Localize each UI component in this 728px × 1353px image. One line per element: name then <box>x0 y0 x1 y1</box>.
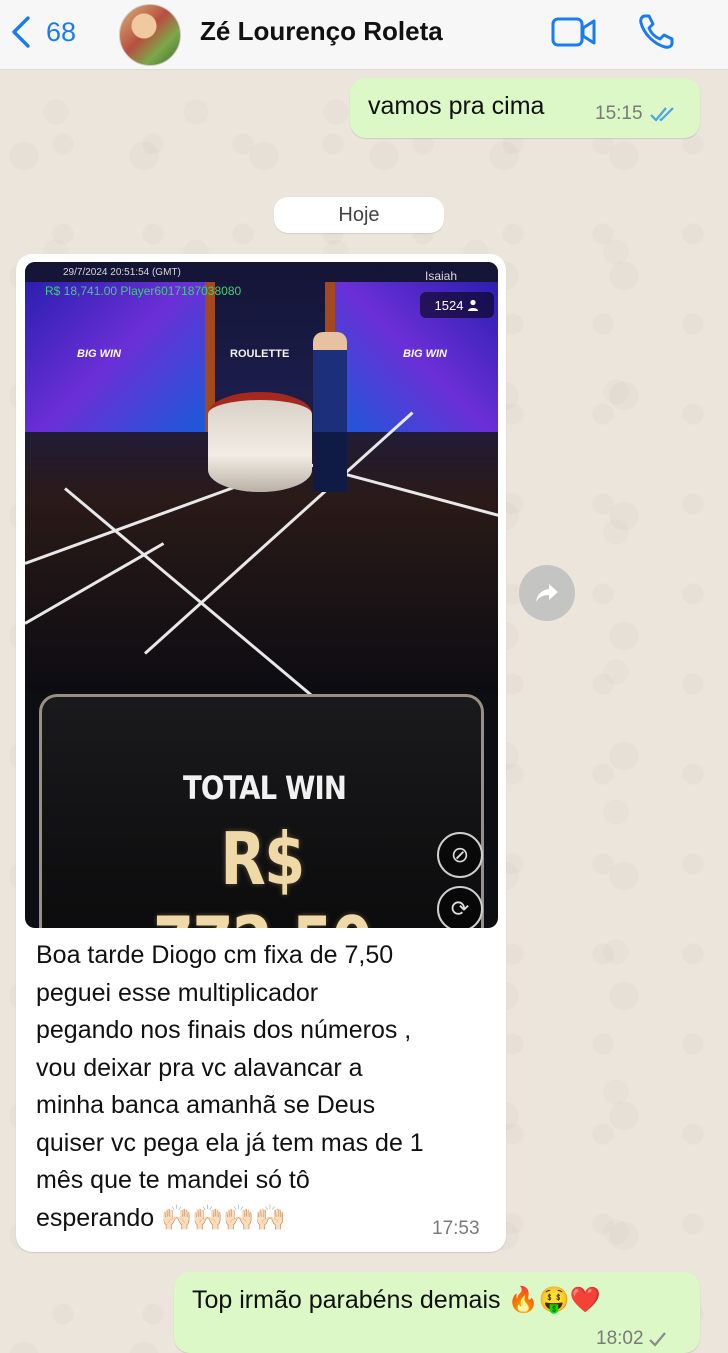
overlay-balance: R$ 18,741.00 Player6017187038080 <box>45 284 242 298</box>
date-separator: Hoje <box>274 197 444 233</box>
message-meta: 18:02 <box>596 1328 668 1350</box>
message-time: 15:15 <box>595 103 643 124</box>
outgoing-message[interactable]: Top irmão parabéns demais 🔥🤑❤️ 18:02 <box>174 1272 700 1353</box>
video-call-button[interactable] <box>550 14 598 55</box>
dealer-figure <box>313 332 347 492</box>
message-text: vamos pra cima <box>368 92 545 120</box>
chevron-left-icon <box>12 16 30 48</box>
forward-arrow-icon <box>536 584 558 602</box>
caption-line: peguei esse multiplicador <box>36 978 319 1007</box>
caption-line: quiser vc pega ela já tem mas de 1 <box>36 1128 424 1157</box>
caption-line: mês que te mandei só tô <box>36 1166 310 1194</box>
roulette-logo: ROULETTE <box>230 348 290 360</box>
unread-count: 68 <box>46 16 77 47</box>
chip-icon: ⊘ <box>437 832 483 878</box>
double-check-icon <box>649 107 674 122</box>
message-text: Top irmão parabéns demais 🔥🤑❤️ <box>192 1286 601 1314</box>
chat-header: 68 Zé Lourenço Roleta <box>0 0 728 70</box>
caption-line: Boa tarde Diogo cm fixa de 7,50 <box>36 941 394 969</box>
refresh-icon: ⟳ <box>437 886 483 928</box>
total-win-label: TOTAL WIN <box>182 769 347 807</box>
total-win-amount: R$ 772.50 <box>153 817 373 928</box>
message-caption: Boa tarde Diogo cm fixa de 7,50 peguei e… <box>36 937 496 1237</box>
message-time: 17:53 <box>432 1218 480 1239</box>
contact-avatar[interactable] <box>119 4 181 66</box>
big-win-right-label: BIG WIN <box>403 348 447 360</box>
message-meta: 15:15 <box>595 103 679 125</box>
viewer-badge: 1524 <box>420 292 494 318</box>
caption-line: minha banca amanhã se Deus <box>36 1091 376 1119</box>
video-camera-icon <box>551 17 596 47</box>
message-time: 18:02 <box>596 1328 644 1349</box>
caption-line: esperando 🙌🏻🙌🏻🙌🏻🙌🏻 <box>36 1203 286 1232</box>
viewer-count: 1524 <box>434 297 464 313</box>
game-screenshot-image[interactable]: BIG WIN BIG WIN ROULETTE 29/7/2024 20:51… <box>25 262 498 928</box>
back-button[interactable]: 68 <box>8 14 76 50</box>
caption-line: pegando nos finais dos números , <box>36 1016 412 1044</box>
person-icon <box>468 299 479 311</box>
contact-name[interactable]: Zé Lourenço Roleta <box>200 16 443 47</box>
roulette-stage: BIG WIN BIG WIN ROULETTE 29/7/2024 20:51… <box>25 262 498 767</box>
roulette-wheel <box>208 392 312 492</box>
voice-call-button[interactable] <box>636 12 676 57</box>
overlay-dealer: Isaiah <box>425 269 458 283</box>
overlay-timestamp: 29/7/2024 20:51:54 (GMT) <box>63 267 181 278</box>
single-check-icon <box>648 1332 666 1347</box>
forward-button[interactable] <box>519 565 575 621</box>
total-win-panel: TOTAL WIN R$ 772.50 <box>39 694 484 928</box>
phone-icon <box>639 14 674 49</box>
caption-line: vou deixar pra vc alavancar a <box>36 1053 363 1082</box>
big-win-left-label: BIG WIN <box>77 348 121 360</box>
outgoing-message[interactable]: vamos pra cima 15:15 <box>350 78 700 138</box>
